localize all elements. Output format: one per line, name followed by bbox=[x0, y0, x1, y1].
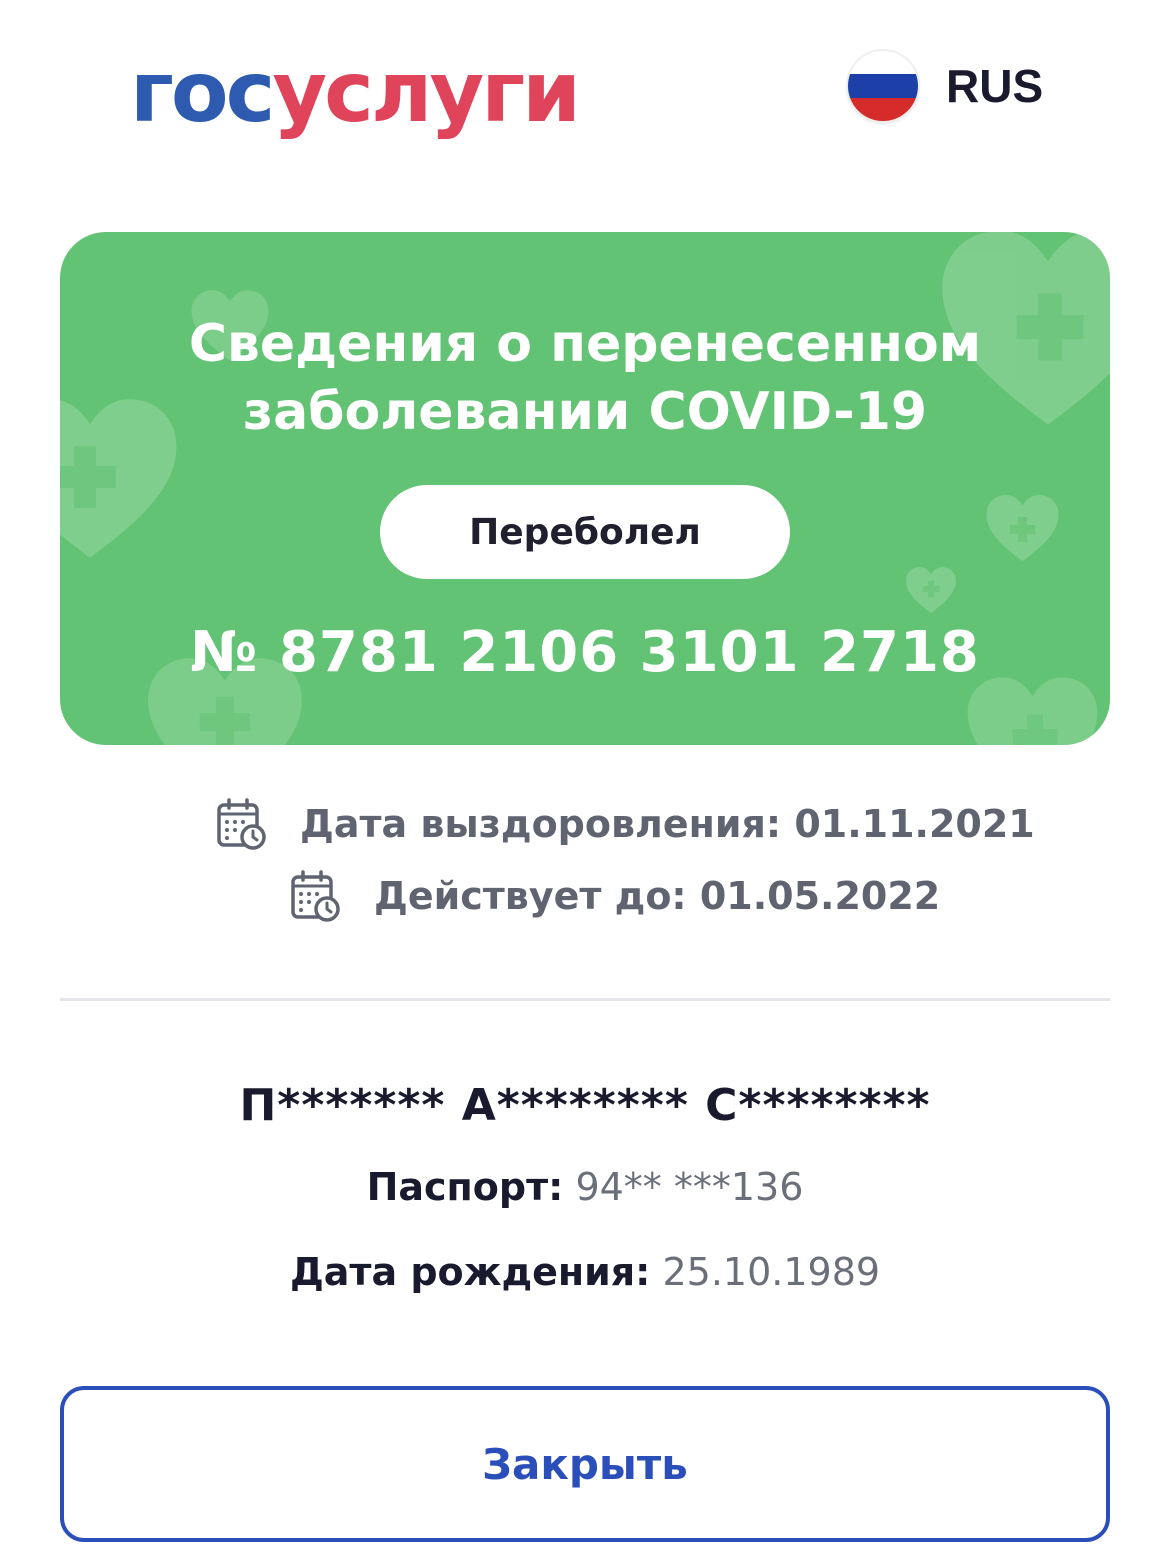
person-name: П******* А******** С******** bbox=[239, 1080, 931, 1131]
valid-until-text: Действует до: 01.05.2022 bbox=[374, 874, 941, 918]
passport-label: Паспорт: bbox=[366, 1165, 564, 1209]
passport-row: Паспорт: 94** ***136 bbox=[0, 1165, 1170, 1209]
recovery-date-row: Дата выздоровления: 01.11.2021 bbox=[216, 798, 1035, 850]
birth-date-row: Дата рождения: 25.10.1989 bbox=[0, 1250, 1170, 1294]
close-button[interactable]: Закрыть bbox=[60, 1386, 1110, 1542]
language-switcher[interactable]: RUS bbox=[848, 50, 1043, 122]
status-badge: Переболел bbox=[380, 485, 790, 579]
covid-certificate-card: Сведения о перенесенном заболевании COVI… bbox=[60, 232, 1110, 745]
birth-date-value: 25.10.1989 bbox=[662, 1250, 881, 1294]
section-divider bbox=[60, 998, 1110, 1001]
gosuslugi-logo: госуслуги bbox=[130, 50, 581, 134]
russia-flag-icon bbox=[848, 51, 918, 121]
calendar-clock-icon bbox=[217, 798, 266, 850]
certificate-title: Сведения о перенесенном заболевании COVI… bbox=[188, 314, 982, 442]
calendar-clock-icon bbox=[291, 870, 340, 922]
valid-until-row: Действует до: 01.05.2022 bbox=[290, 870, 940, 922]
birth-date-label: Дата рождения: bbox=[289, 1250, 651, 1294]
certificate-number: № 8781 2106 3101 2718 bbox=[190, 620, 980, 685]
language-label: RUS bbox=[946, 60, 1044, 112]
logo-part-gos: гос bbox=[130, 43, 275, 141]
passport-value: 94** ***136 bbox=[575, 1165, 804, 1209]
logo-part-uslugi: услуги bbox=[272, 43, 581, 141]
recovery-date-text: Дата выздоровления: 01.11.2021 bbox=[300, 802, 1035, 846]
